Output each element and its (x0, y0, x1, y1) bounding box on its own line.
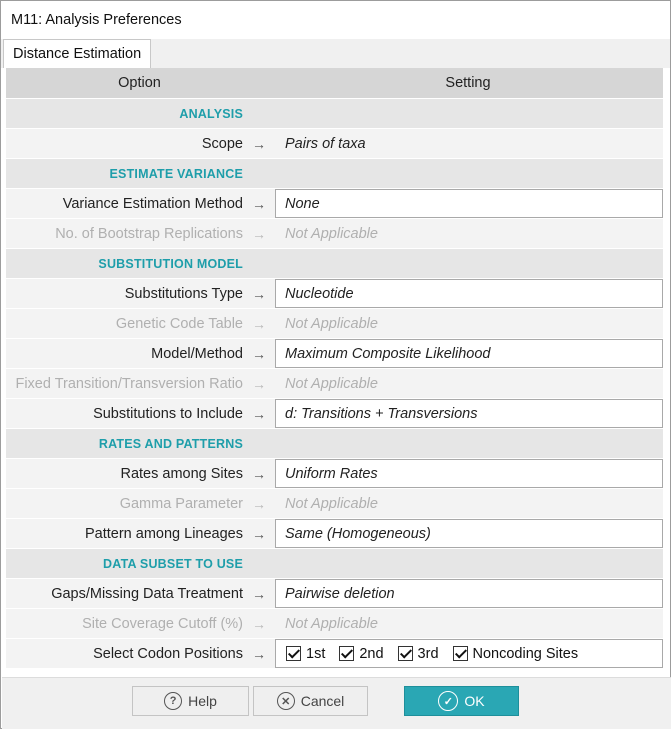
section-label: DATA SUBSET TO USE (103, 556, 243, 571)
option-label: Fixed Transition/Transversion Ratio (15, 375, 243, 392)
row-pattern-lineages: Pattern among Lineages → Same (Homogeneo… (6, 518, 663, 548)
arrow-right-icon: → (252, 585, 266, 602)
codon-positions-group: 1st 2nd 3rd Noncoding Sites (275, 639, 663, 668)
checkbox-label: 2nd (359, 645, 384, 662)
checkmark-icon (339, 646, 355, 661)
substitutions-include-select[interactable]: d: Transitions + Transversions (275, 399, 663, 428)
option-label: No. of Bootstrap Replications (55, 225, 243, 242)
help-button-label: Help (188, 693, 217, 709)
gamma-value: Not Applicable (285, 495, 378, 512)
ok-button[interactable]: ✓ OK (404, 686, 519, 716)
option-label: Model/Method (151, 345, 243, 362)
tab-strip: Distance Estimation (1, 39, 670, 68)
row-scope: Scope → Pairs of taxa (6, 128, 663, 158)
cancel-button[interactable]: ✕ Cancel (253, 686, 368, 716)
section-label: SUBSTITUTION MODEL (98, 256, 243, 271)
preferences-table: Option Setting ANALYSIS Scope → Pairs of… (6, 68, 663, 676)
option-label: Gaps/Missing Data Treatment (51, 585, 243, 602)
window-title: M11: Analysis Preferences (1, 1, 670, 39)
option-label: Genetic Code Table (115, 315, 243, 332)
rates-among-sites-select[interactable]: Uniform Rates (275, 459, 663, 488)
arrow-right-icon: → (252, 135, 266, 152)
option-label: Gamma Parameter (119, 495, 243, 512)
section-estimate-variance: ESTIMATE VARIANCE (6, 158, 663, 188)
arrow-right-icon: → (252, 615, 266, 632)
arrow-right-icon: → (252, 195, 266, 212)
checkmark-icon (397, 646, 413, 661)
option-column-header: Option (118, 75, 161, 91)
arrow-right-icon: → (252, 465, 266, 482)
question-icon: ? (164, 692, 183, 710)
arrow-right-icon: → (252, 375, 266, 392)
substitutions-type-select[interactable]: Nucleotide (275, 279, 663, 308)
row-model-method: Model/Method → Maximum Composite Likelih… (6, 338, 663, 368)
row-variance-method: Variance Estimation Method → None (6, 188, 663, 218)
table-header: Option Setting (6, 68, 663, 98)
bootstrap-value: Not Applicable (285, 225, 378, 242)
check-icon: ✓ (438, 691, 459, 711)
arrow-right-icon: → (252, 405, 266, 422)
arrow-right-icon: → (252, 645, 266, 662)
checkmark-icon (452, 646, 468, 661)
row-codon-positions: Select Codon Positions → 1st 2nd 3rd Non (6, 638, 663, 668)
arrow-right-icon: → (252, 225, 266, 242)
site-coverage-value: Not Applicable (285, 615, 378, 632)
checkbox-label: 1st (306, 645, 326, 662)
gaps-missing-select[interactable]: Pairwise deletion (275, 579, 663, 608)
genetic-code-value: Not Applicable (285, 315, 378, 332)
option-label: Site Coverage Cutoff (%) (82, 615, 243, 632)
section-analysis: ANALYSIS (6, 98, 663, 128)
scope-value: Pairs of taxa (285, 135, 366, 152)
row-substitutions-type: Substitutions Type → Nucleotide (6, 278, 663, 308)
checkbox-label: 3rd (417, 645, 439, 662)
model-method-select[interactable]: Maximum Composite Likelihood (275, 339, 663, 368)
checkmark-icon (286, 646, 301, 661)
arrow-right-icon: → (252, 345, 266, 362)
row-substitutions-include: Substitutions to Include → d: Transition… (6, 398, 663, 428)
codon-2nd-checkbox[interactable]: 2nd (339, 645, 384, 662)
row-ts-tv-ratio: Fixed Transition/Transversion Ratio → No… (6, 368, 663, 398)
analysis-preferences-dialog: M11: Analysis Preferences Distance Estim… (0, 0, 671, 729)
option-label: Variance Estimation Method (62, 195, 243, 212)
section-label: ANALYSIS (179, 106, 243, 121)
option-label: Substitutions Type (124, 285, 243, 302)
row-rates-among-sites: Rates among Sites → Uniform Rates (6, 458, 663, 488)
section-rates-and-patterns: RATES AND PATTERNS (6, 428, 663, 458)
option-label: Select Codon Positions (93, 645, 243, 662)
row-site-coverage: Site Coverage Cutoff (%) → Not Applicabl… (6, 608, 663, 638)
row-genetic-code: Genetic Code Table → Not Applicable (6, 308, 663, 338)
ts-tv-ratio-value: Not Applicable (285, 375, 378, 392)
option-label: Substitutions to Include (93, 405, 243, 422)
noncoding-sites-checkbox[interactable]: Noncoding Sites (452, 645, 579, 662)
option-label: Rates among Sites (120, 465, 243, 482)
help-button[interactable]: ? Help (132, 686, 249, 716)
option-label: Scope (201, 135, 243, 152)
codon-1st-checkbox[interactable]: 1st (286, 646, 325, 662)
tab-distance-estimation[interactable]: Distance Estimation (3, 39, 152, 68)
close-icon: ✕ (276, 692, 295, 710)
option-label: Pattern among Lineages (85, 525, 243, 542)
section-label: ESTIMATE VARIANCE (109, 166, 243, 181)
arrow-right-icon: → (252, 525, 266, 542)
row-gamma: Gamma Parameter → Not Applicable (6, 488, 663, 518)
arrow-right-icon: → (252, 285, 266, 302)
arrow-right-icon: → (252, 315, 266, 332)
row-gaps-missing: Gaps/Missing Data Treatment → Pairwise d… (6, 578, 663, 608)
pattern-lineages-select[interactable]: Same (Homogeneous) (275, 519, 663, 548)
section-data-subset: DATA SUBSET TO USE (6, 548, 663, 578)
cancel-button-label: Cancel (300, 693, 345, 709)
row-bootstrap: No. of Bootstrap Replications → Not Appl… (6, 218, 663, 248)
variance-method-select[interactable]: None (275, 189, 663, 218)
codon-3rd-checkbox[interactable]: 3rd (397, 645, 439, 662)
arrow-right-icon: → (252, 495, 266, 512)
section-substitution-model: SUBSTITUTION MODEL (6, 248, 663, 278)
section-label: RATES AND PATTERNS (98, 436, 243, 451)
ok-button-label: OK (464, 693, 485, 709)
dialog-footer: ? Help ✕ Cancel ✓ OK (2, 677, 671, 729)
checkbox-label: Noncoding Sites (472, 645, 579, 662)
setting-column-header: Setting (445, 75, 491, 91)
